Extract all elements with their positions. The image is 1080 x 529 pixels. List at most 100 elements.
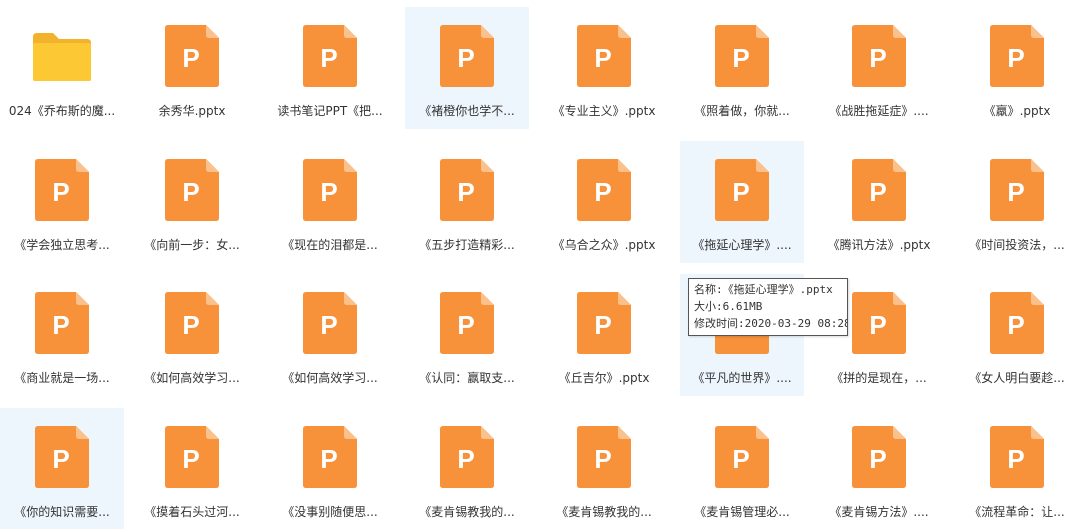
file-name: 读书笔记PPT《把...: [277, 104, 383, 118]
file-item[interactable]: P 《拖延心理学》....: [680, 141, 804, 263]
file-name: 《认同：赢取支...: [419, 371, 515, 385]
ppt-icon: P: [165, 25, 219, 87]
file-item[interactable]: P 读书笔记PPT《把...: [268, 7, 392, 129]
ppt-letter: P: [1007, 444, 1024, 474]
file-name: 《女人明白要趁...: [969, 371, 1065, 385]
file-name: 《麦肯锡管理必...: [694, 505, 790, 519]
file-item[interactable]: P 《麦肯锡教我的...: [405, 408, 529, 529]
file-item[interactable]: P 《照着做，你就...: [680, 7, 804, 129]
ppt-letter: P: [732, 444, 749, 474]
ppt-letter: P: [457, 43, 474, 73]
tooltip-modified-label: 修改时间:: [694, 317, 745, 330]
ppt-letter: P: [320, 444, 337, 474]
ppt-icon: P: [715, 426, 769, 488]
ppt-letter: P: [1007, 43, 1024, 73]
file-name: 《拼的是现在，...: [831, 371, 927, 385]
file-name: 《学会独立思考...: [14, 238, 110, 252]
file-name: 《现在的泪都是...: [282, 238, 378, 252]
ppt-letter: P: [1007, 177, 1024, 207]
file-name: 《丘吉尔》.pptx: [558, 371, 650, 385]
file-item[interactable]: P 《战胜拖延症》....: [817, 7, 941, 129]
file-name: 《麦肯锡方法》....: [829, 505, 929, 519]
file-name: 《你的知识需要...: [14, 505, 110, 519]
ppt-letter: P: [732, 177, 749, 207]
file-name: 《专业主义》.pptx: [552, 104, 656, 118]
file-item[interactable]: P 《五步打造精彩...: [405, 141, 529, 263]
ppt-icon: P: [577, 292, 631, 354]
ppt-letter: P: [594, 310, 611, 340]
file-item[interactable]: P 《你的知识需要...: [0, 408, 124, 529]
file-item[interactable]: 024《乔布斯的魔...: [0, 7, 124, 129]
file-item[interactable]: P 《时间投资法，...: [955, 141, 1079, 263]
ppt-letter: P: [182, 43, 199, 73]
ppt-icon: P: [165, 426, 219, 488]
file-item[interactable]: P 《如何高效学习...: [130, 274, 254, 396]
ppt-letter: P: [1007, 310, 1024, 340]
file-item[interactable]: P 《麦肯锡管理必...: [680, 408, 804, 529]
file-name: 《麦肯锡教我的...: [556, 505, 652, 519]
tooltip-name-row: 名称: 《拖延心理学》.pptx: [694, 281, 842, 298]
file-name: 《平凡的世界》....: [692, 371, 792, 385]
file-name: 《麦肯锡教我的...: [419, 505, 515, 519]
ppt-icon: P: [303, 159, 357, 221]
ppt-letter: P: [182, 444, 199, 474]
tooltip-name-value: 《拖延心理学》.pptx: [722, 283, 833, 296]
file-item[interactable]: P 余秀华.pptx: [130, 7, 254, 129]
file-item[interactable]: P 《现在的泪都是...: [268, 141, 392, 263]
file-item[interactable]: P 《麦肯锡方法》....: [817, 408, 941, 529]
ppt-icon: P: [577, 426, 631, 488]
file-name: 《流程革命：让...: [969, 505, 1065, 519]
ppt-icon: P: [440, 25, 494, 87]
file-name: 《五步打造精彩...: [419, 238, 515, 252]
file-name: 《时间投资法，...: [969, 238, 1065, 252]
tooltip-size-value: 6.61MB: [722, 300, 763, 313]
file-item[interactable]: P 《摸着石头过河...: [130, 408, 254, 529]
file-item[interactable]: P 《褚橙你也学不...: [405, 7, 529, 129]
ppt-icon: P: [35, 292, 89, 354]
ppt-icon: P: [303, 292, 357, 354]
ppt-letter: P: [457, 177, 474, 207]
ppt-letter: P: [52, 177, 69, 207]
file-item[interactable]: P 《腾讯方法》.pptx: [817, 141, 941, 263]
ppt-icon: P: [852, 426, 906, 488]
file-item[interactable]: P 《商业就是一场...: [0, 274, 124, 396]
file-item[interactable]: P 《羸》.pptx: [955, 7, 1079, 129]
ppt-icon: P: [165, 159, 219, 221]
file-tooltip: 名称: 《拖延心理学》.pptx 大小: 6.61MB 修改时间: 2020-0…: [688, 278, 848, 336]
file-item[interactable]: P 《向前一步：女...: [130, 141, 254, 263]
file-item[interactable]: P 《麦肯锡教我的...: [542, 408, 666, 529]
ppt-letter: P: [457, 310, 474, 340]
file-name: 《拖延心理学》....: [692, 238, 792, 252]
ppt-letter: P: [52, 444, 69, 474]
file-name: 《战胜拖延症》....: [829, 104, 929, 118]
file-item[interactable]: P 《没事别随便思...: [268, 408, 392, 529]
ppt-letter: P: [320, 310, 337, 340]
file-item[interactable]: P 《学会独立思考...: [0, 141, 124, 263]
ppt-letter: P: [594, 444, 611, 474]
file-name: 《如何高效学习...: [282, 371, 378, 385]
file-name: 《摸着石头过河...: [144, 505, 240, 519]
ppt-letter: P: [52, 310, 69, 340]
file-name: 《如何高效学习...: [144, 371, 240, 385]
ppt-letter: P: [182, 177, 199, 207]
file-name: 024《乔布斯的魔...: [8, 104, 116, 118]
file-name: 《褚橙你也学不...: [419, 104, 515, 118]
file-item[interactable]: P 《专业主义》.pptx: [542, 7, 666, 129]
file-item[interactable]: P 《认同：赢取支...: [405, 274, 529, 396]
file-item[interactable]: P 《流程革命：让...: [955, 408, 1079, 529]
ppt-letter: P: [869, 444, 886, 474]
file-name: 《向前一步：女...: [144, 238, 240, 252]
ppt-icon: P: [715, 159, 769, 221]
tooltip-name-label: 名称:: [694, 283, 723, 296]
file-item[interactable]: P 《乌合之众》.pptx: [542, 141, 666, 263]
ppt-icon: P: [990, 292, 1044, 354]
file-item[interactable]: P 《丘吉尔》.pptx: [542, 274, 666, 396]
file-name: 《腾讯方法》.pptx: [827, 238, 931, 252]
file-item[interactable]: P 《如何高效学习...: [268, 274, 392, 396]
file-name: 《照着做，你就...: [694, 104, 790, 118]
ppt-letter: P: [320, 177, 337, 207]
file-item[interactable]: P 《女人明白要趁...: [955, 274, 1079, 396]
file-name: 《没事别随便思...: [282, 505, 378, 519]
tooltip-size-label: 大小:: [694, 300, 723, 313]
file-grid: 024《乔布斯的魔... P 余秀华.pptx P 读书笔记PPT《把... P 《褚橙你也…: [0, 0, 1080, 529]
